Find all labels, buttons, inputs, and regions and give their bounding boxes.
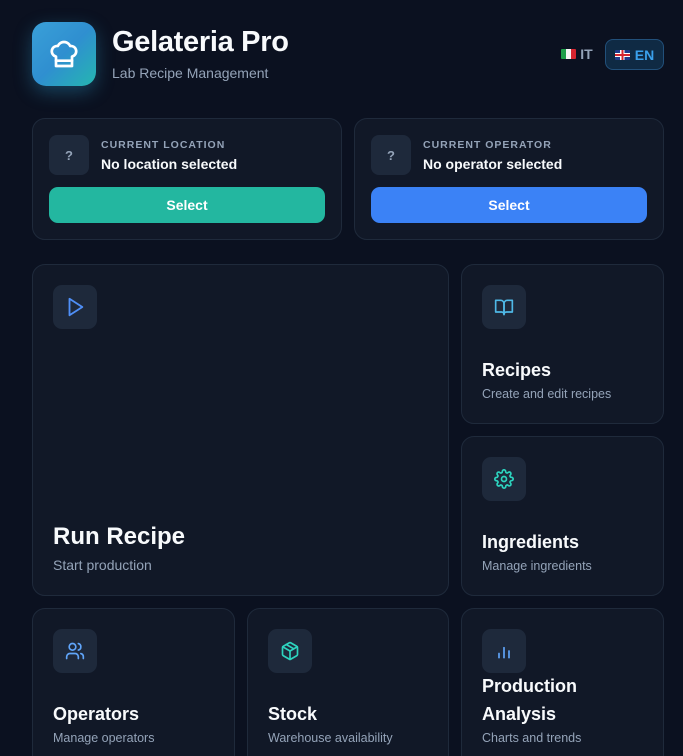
bar-chart-icon-box (482, 629, 526, 673)
uk-flag-icon (614, 49, 630, 60)
users-icon (65, 642, 85, 660)
card-subtitle: Charts and trends (482, 731, 582, 745)
card-subtitle: Start production (53, 557, 152, 573)
location-panel: ? CURRENT LOCATION No location selected … (32, 118, 342, 240)
bar-chart-icon (498, 646, 510, 659)
chef-hat-icon (50, 40, 78, 68)
card-title: Stock (268, 704, 318, 724)
book-icon (494, 299, 514, 316)
app-subtitle: Lab Recipe Management (112, 65, 269, 81)
production-analysis-card[interactable]: Production Analysis Charts and trends (461, 608, 664, 756)
card-subtitle: Manage operators (53, 731, 155, 745)
language-en-button[interactable]: EN (605, 39, 664, 70)
italy-flag-icon (561, 49, 577, 59)
stock-card[interactable]: Stock Warehouse availability (247, 608, 449, 756)
book-icon-box (482, 285, 526, 329)
operators-card[interactable]: Operators Manage operators (32, 608, 235, 756)
select-location-button[interactable]: Select (49, 187, 325, 223)
language-it-button[interactable]: IT (556, 40, 598, 68)
card-title: Ingredients (482, 532, 580, 552)
card-title-line2: Analysis (482, 704, 557, 724)
operator-value: No operator selected (423, 156, 563, 172)
card-title-line1: Production (482, 676, 577, 696)
recipes-card[interactable]: Recipes Create and edit recipes (461, 264, 664, 424)
select-operator-button[interactable]: Select (371, 187, 647, 223)
card-title: Operators (53, 704, 140, 724)
play-icon-box (53, 285, 97, 329)
box-icon (281, 641, 299, 661)
operator-unknown-icon: ? (371, 135, 411, 175)
location-value: No location selected (101, 156, 238, 172)
location-caption: CURRENT LOCATION (101, 139, 226, 151)
app-title: Gelateria Pro (112, 26, 289, 58)
card-title: Run Recipe (53, 523, 186, 550)
language-code: IT (580, 46, 593, 62)
card-title: Recipes (482, 360, 552, 380)
gear-icon (494, 469, 514, 489)
operator-panel: ? CURRENT OPERATOR No operator selected … (354, 118, 664, 240)
box-icon-box (268, 629, 312, 673)
app-logo (32, 22, 96, 86)
card-subtitle: Warehouse availability (268, 731, 393, 745)
operator-caption: CURRENT OPERATOR (423, 139, 552, 151)
users-icon-box (53, 629, 97, 673)
run-recipe-card[interactable]: Run Recipe Start production (32, 264, 449, 596)
play-icon (68, 297, 84, 317)
card-subtitle: Create and edit recipes (482, 387, 612, 401)
language-code: EN (634, 46, 655, 63)
ingredients-card[interactable]: Ingredients Manage ingredients (461, 436, 664, 596)
card-subtitle: Manage ingredients (482, 559, 592, 573)
location-unknown-icon: ? (49, 135, 89, 175)
gear-icon-box (482, 457, 526, 501)
